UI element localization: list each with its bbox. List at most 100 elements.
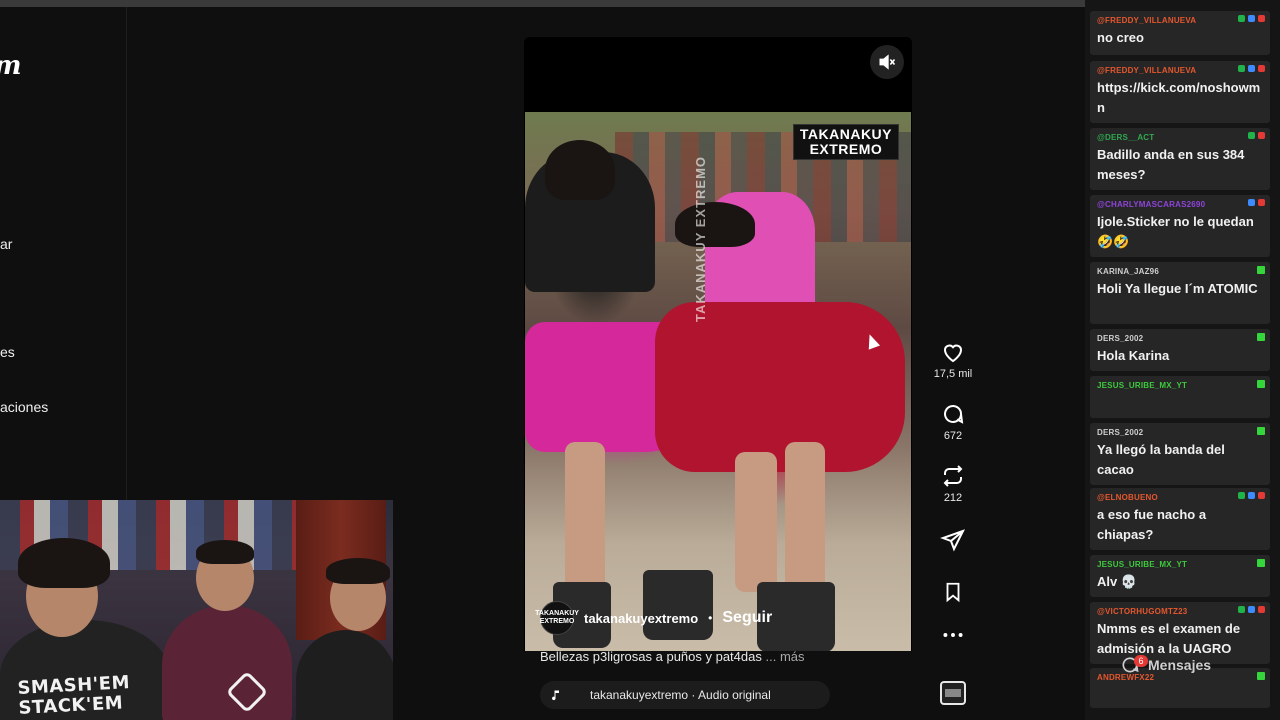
nav-item-notifications[interactable]: aciones — [0, 399, 48, 415]
chat-message[interactable]: KARINA_JAZ96 Holi Ya llegue I´m ATOMIC — [1090, 262, 1270, 324]
messages-label: Mensajes — [1148, 657, 1212, 673]
chat-text: a eso fue nacho a chiapas? — [1097, 507, 1207, 542]
comment-button[interactable]: 672 — [930, 402, 976, 442]
verified-badge-icon — [1238, 65, 1245, 72]
audio-link[interactable]: takanakuyextremo · Audio original — [540, 681, 830, 709]
chat-message[interactable]: @FREDDY_VILLANUEVA https://kick.com/nosho… — [1090, 61, 1270, 123]
chat-text: Holi Ya llegue I´m ATOMIC — [1097, 281, 1258, 296]
chat-text: Ijole.Sticker no le quedan 🤣🤣 — [1097, 214, 1254, 249]
verified-badge-icon — [1238, 606, 1245, 613]
chat-text: Badillo anda en sus 384 meses? — [1097, 147, 1245, 182]
chat-badges — [1248, 132, 1265, 139]
chat-badges — [1257, 427, 1265, 435]
stream-chat-panel: @FREDDY_VILLANUEVA no creo @FREDDY_VILLANU… — [1085, 0, 1280, 720]
leg — [785, 442, 825, 592]
bookmark-icon — [946, 582, 960, 603]
audio-thumbnail[interactable] — [940, 681, 966, 705]
chat-badges — [1238, 492, 1265, 499]
kick-badge-icon — [1257, 559, 1265, 567]
app-logo[interactable]: m — [0, 51, 22, 81]
shirt-print: SMASH'EM STACK'EM — [16, 672, 131, 719]
chat-message[interactable]: @DERS__ACT Badillo anda en sus 384 meses? — [1090, 128, 1270, 190]
chat-message[interactable]: @ELNOBUENO a eso fue nacho a chiapas? — [1090, 488, 1270, 550]
send-icon — [940, 529, 965, 552]
audio-label: takanakuyextremo · Audio original — [590, 688, 771, 702]
share-button[interactable] — [930, 528, 976, 552]
youtube-badge-icon — [1258, 606, 1265, 613]
chat-badges — [1257, 559, 1265, 567]
chat-badges — [1238, 65, 1265, 72]
browser-top-strip — [0, 0, 1090, 7]
speaker-muted-icon — [879, 54, 896, 70]
streamer-middle-body — [162, 605, 292, 720]
caption-more-link[interactable]: ... más — [766, 649, 805, 664]
kick-badge-icon — [1257, 333, 1265, 341]
dancer-right-skirt — [655, 302, 905, 472]
messages-notification-badge: 6 — [1134, 655, 1148, 667]
chat-username[interactable]: KARINA_JAZ96 — [1097, 267, 1263, 277]
vertical-watermark: TAKANAKUY EXTREMO — [693, 155, 708, 322]
more-options-button[interactable] — [930, 630, 976, 640]
leg — [565, 442, 605, 592]
chat-username[interactable]: @CHARLYMASCARAS2690 — [1097, 200, 1263, 210]
chat-username[interactable]: DERS_2002 — [1097, 428, 1263, 438]
chat-text: Nmms es el examen de admisión a la UAGRO — [1097, 621, 1241, 656]
separator: • — [708, 611, 713, 625]
left-navigation: m ar es aciones — [0, 7, 127, 500]
save-button[interactable] — [930, 580, 976, 604]
chat-username[interactable]: @DERS__ACT — [1097, 133, 1263, 143]
author-avatar[interactable]: TAKANAKUY EXTREMO — [535, 601, 579, 635]
screen: m ar es aciones TAKANAKUY EXTREMO TAKANA… — [0, 0, 1280, 720]
chat-message[interactable]: DERS_2002 Ya llegó la banda del cacao — [1090, 423, 1270, 485]
nav-item-messages[interactable]: es — [0, 344, 15, 360]
youtube-badge-icon — [1258, 132, 1265, 139]
like-button[interactable]: 17,5 mil — [930, 340, 976, 380]
moderator-badge-icon — [1248, 15, 1255, 22]
chat-username[interactable]: DERS_2002 — [1097, 334, 1263, 344]
kick-badge-icon — [1257, 427, 1265, 435]
chat-message[interactable]: JESUS_URIBE_MX_YT — [1090, 376, 1270, 418]
follow-button[interactable]: Seguir — [722, 609, 772, 627]
streamer-right-body — [296, 630, 393, 720]
chat-scrollbar[interactable] — [1265, 0, 1270, 720]
youtube-badge-icon — [1258, 492, 1265, 499]
chat-message[interactable]: JESUS_URIBE_MX_YT Alv 💀 — [1090, 555, 1270, 597]
reel-video-player[interactable]: TAKANAKUY EXTREMO TAKANAKUY EXTREMO — [524, 37, 912, 651]
streamer-left-hair — [18, 538, 110, 588]
youtube-badge-icon — [1258, 15, 1265, 22]
chat-badges — [1238, 606, 1265, 613]
reel-caption: Bellezas p3ligrosas a puños y pat4das ..… — [540, 649, 805, 664]
moderator-badge-icon — [1248, 199, 1255, 206]
like-count: 17,5 mil — [933, 368, 973, 380]
repost-button[interactable]: 212 — [930, 464, 976, 504]
verified-badge-icon — [1238, 492, 1245, 499]
chat-text: Ya llegó la banda del cacao — [1097, 442, 1225, 477]
kick-badge-icon — [1257, 672, 1265, 680]
music-note-icon — [552, 690, 559, 701]
moderator-badge-icon — [1248, 492, 1255, 499]
chat-username[interactable]: JESUS_URIBE_MX_YT — [1097, 381, 1263, 391]
moderator-badge-icon — [1248, 65, 1255, 72]
chat-badges — [1257, 672, 1265, 680]
author-name[interactable]: takanakuyextremo — [584, 611, 698, 626]
youtube-badge-icon — [1258, 65, 1265, 72]
more-dots-icon — [943, 633, 963, 637]
streamer-right-hair — [326, 558, 390, 584]
leg — [735, 452, 777, 592]
chat-text: Alv 💀 — [1097, 574, 1138, 589]
moderator-badge-icon — [1248, 606, 1255, 613]
verified-badge-icon — [1238, 15, 1245, 22]
youtube-badge-icon — [1258, 199, 1265, 206]
nav-item-explore[interactable]: ar — [0, 236, 12, 252]
heart-icon — [943, 344, 963, 363]
mute-button[interactable] — [870, 45, 904, 79]
chat-message[interactable]: DERS_2002 Hola Karina — [1090, 329, 1270, 371]
video-frame[interactable]: TAKANAKUY EXTREMO TAKANAKUY EXTREMO — [525, 112, 911, 651]
chat-username[interactable]: JESUS_URIBE_MX_YT — [1097, 560, 1263, 570]
chat-message[interactable]: @FREDDY_VILLANUEVA no creo — [1090, 11, 1270, 55]
streamer-webcam-overlay: SMASH'EM STACK'EM — [0, 500, 393, 720]
video-letterbox-top — [524, 37, 912, 112]
caption-text: Bellezas p3ligrosas a puños y pat4das — [540, 649, 762, 664]
streamer-middle-hair — [196, 540, 254, 564]
chat-message[interactable]: @CHARLYMASCARAS2690 Ijole.Sticker no le q… — [1090, 195, 1270, 257]
